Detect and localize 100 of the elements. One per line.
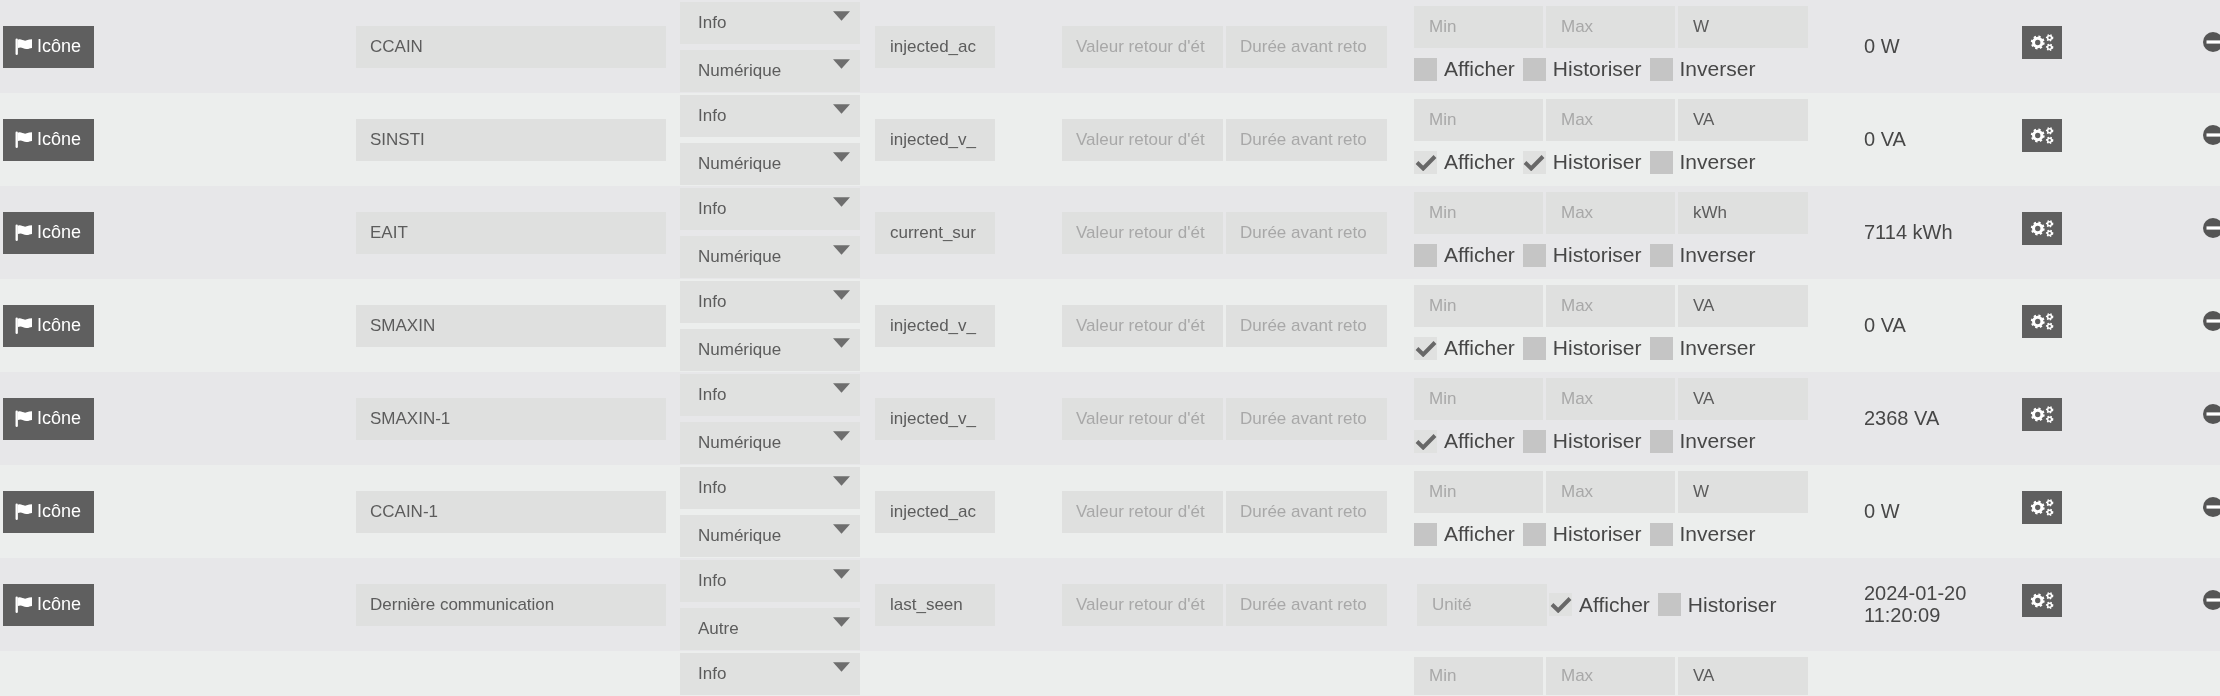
checkbox-label: Afficher [1579, 592, 1650, 617]
icon-button[interactable]: Icône [3, 211, 94, 254]
checkbox[interactable] [1414, 336, 1437, 360]
subtype-select[interactable]: Numérique [680, 143, 860, 185]
name-field[interactable]: SINSTI [356, 118, 666, 161]
flag-icon [15, 131, 32, 148]
icon-button[interactable]: Icône [3, 397, 94, 440]
checkbox-label: Historiser [1552, 522, 1642, 546]
subtype-select[interactable]: Numérique [680, 50, 860, 92]
checkbox[interactable] [1649, 336, 1673, 360]
settings-button[interactable] [2022, 491, 2062, 524]
checkbox[interactable] [1649, 57, 1673, 81]
checkbox-label: Afficher [1444, 150, 1515, 174]
caret-icon [833, 104, 850, 114]
name-field[interactable]: SMAXIN [356, 304, 666, 347]
checkbox[interactable] [1522, 336, 1546, 360]
current-value-text: 0 VA [1864, 128, 1907, 151]
current-value-text: 0 W [1864, 500, 1901, 523]
caret-icon [833, 476, 850, 486]
logical-id-field[interactable]: injected_v_ [875, 397, 995, 440]
name-field[interactable]: CCAIN [356, 25, 666, 68]
checkbox-label: Inverser [1679, 522, 1756, 546]
gears-icon [2030, 498, 2054, 517]
checkbox[interactable] [1414, 429, 1437, 453]
name-field[interactable]: CCAIN-1 [356, 490, 666, 533]
checkbox[interactable] [1414, 522, 1437, 546]
subtype-select[interactable]: Numérique [680, 422, 860, 464]
type-select[interactable]: Info [680, 281, 860, 323]
gears-icon [2030, 126, 2054, 145]
logical-id-field[interactable]: last_seen [875, 583, 995, 626]
settings-button[interactable] [2022, 212, 2062, 245]
checkbox[interactable] [1522, 522, 1546, 546]
flag-icon [15, 596, 32, 613]
logical-id-field[interactable]: injected_ac [875, 490, 995, 533]
checkbox[interactable] [1414, 57, 1437, 81]
type-select[interactable]: Info [680, 374, 860, 416]
gears-icon [2030, 405, 2054, 424]
checkbox[interactable] [1414, 150, 1437, 174]
flag-icon [15, 224, 32, 241]
logical-id-field[interactable]: current_sur [875, 211, 995, 254]
name-field[interactable]: Dernière communication [356, 583, 666, 626]
checkbox-label: Historiser [1687, 592, 1777, 617]
settings-button[interactable] [2022, 26, 2062, 59]
unit-field[interactable]: W [1678, 471, 1808, 513]
current-value-text: 0 VA [1864, 314, 1907, 337]
checkbox-label: Historiser [1552, 243, 1642, 267]
logical-id-field[interactable]: injected_v_ [875, 304, 995, 347]
checkbox[interactable] [1649, 150, 1673, 174]
unit-field[interactable]: VA [1678, 657, 1808, 695]
gears-icon [2030, 219, 2054, 238]
subtype-select[interactable]: Autre [680, 608, 860, 650]
settings-button[interactable] [2022, 305, 2062, 338]
flag-icon [15, 317, 32, 334]
checkbox-label: Inverser [1679, 57, 1756, 81]
subtype-select[interactable]: Numérique [680, 515, 860, 557]
unit-field[interactable]: VA [1678, 285, 1808, 327]
checkbox[interactable] [1649, 243, 1673, 267]
checkbox-label: Inverser [1679, 429, 1756, 453]
checkbox[interactable] [1414, 243, 1437, 267]
checkbox[interactable] [1657, 593, 1681, 616]
caret-icon [833, 59, 850, 69]
logical-id-field[interactable]: injected_v_ [875, 118, 995, 161]
name-field[interactable]: EAIT [356, 211, 666, 254]
subtype-select[interactable]: Numérique [680, 236, 860, 278]
type-select[interactable]: Info [680, 95, 860, 137]
check-icon [1414, 432, 1437, 450]
checkbox[interactable] [1649, 429, 1673, 453]
caret-icon [833, 290, 850, 300]
icon-button[interactable]: Icône [3, 583, 94, 626]
checkbox[interactable] [1549, 593, 1572, 616]
type-select[interactable]: Info [680, 560, 860, 602]
settings-button[interactable] [2022, 584, 2062, 617]
type-select[interactable]: Info [680, 188, 860, 230]
unit-field[interactable]: VA [1678, 99, 1808, 141]
icon-button[interactable]: Icône [3, 25, 94, 68]
icon-button[interactable]: Icône [3, 304, 94, 347]
checkbox[interactable] [1522, 243, 1546, 267]
checkbox[interactable] [1649, 522, 1673, 546]
settings-button[interactable] [2022, 119, 2062, 152]
caret-icon [833, 152, 850, 162]
name-field[interactable]: SMAXIN-1 [356, 397, 666, 440]
caret-icon [833, 662, 850, 672]
gears-icon [2030, 33, 2054, 52]
checkbox-label: Afficher [1444, 336, 1515, 360]
checkbox-label: Historiser [1552, 57, 1642, 81]
checkbox[interactable] [1522, 429, 1546, 453]
type-select[interactable]: Info [680, 653, 860, 695]
checkbox[interactable] [1522, 150, 1546, 174]
type-select[interactable]: Info [680, 467, 860, 509]
unit-field[interactable]: kWh [1678, 192, 1808, 234]
unit-field[interactable]: W [1678, 6, 1808, 48]
unit-field[interactable]: VA [1678, 378, 1808, 420]
icon-button[interactable]: Icône [3, 490, 94, 533]
gears-icon [2030, 591, 2054, 610]
icon-button[interactable]: Icône [3, 118, 94, 161]
checkbox[interactable] [1522, 57, 1546, 81]
subtype-select[interactable]: Numérique [680, 329, 860, 371]
type-select[interactable]: Info [680, 2, 860, 44]
logical-id-field[interactable]: injected_ac [875, 25, 995, 68]
settings-button[interactable] [2022, 398, 2062, 431]
